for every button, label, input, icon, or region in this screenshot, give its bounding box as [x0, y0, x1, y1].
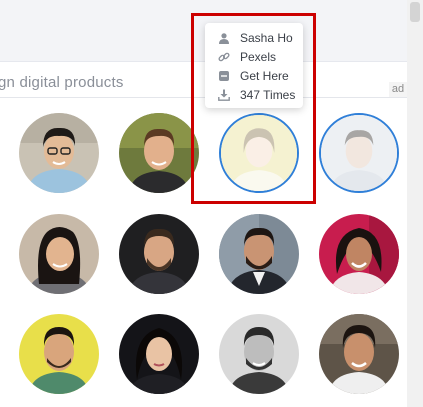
- scrollbar-thumb[interactable]: [410, 2, 420, 22]
- search-input[interactable]: gn digital products: [0, 74, 124, 91]
- avatar-photo-8[interactable]: [319, 214, 399, 294]
- highlight-box: [191, 13, 316, 204]
- avatar-photo-2[interactable]: [119, 113, 199, 193]
- avatar-photo-4[interactable]: [319, 113, 399, 193]
- avatar-photo-10[interactable]: [119, 314, 199, 394]
- avatar-photo-5[interactable]: [19, 214, 99, 294]
- avatar-photo-7[interactable]: [219, 214, 299, 294]
- ad-badge[interactable]: ad: [389, 82, 407, 97]
- avatar-photo-11[interactable]: [219, 314, 299, 394]
- avatar-photo-6[interactable]: [119, 214, 199, 294]
- avatar-photo-9[interactable]: [19, 314, 99, 394]
- scrollbar[interactable]: [407, 0, 423, 407]
- avatar-photo-1[interactable]: [19, 113, 99, 193]
- avatar-photo-12[interactable]: [319, 314, 399, 394]
